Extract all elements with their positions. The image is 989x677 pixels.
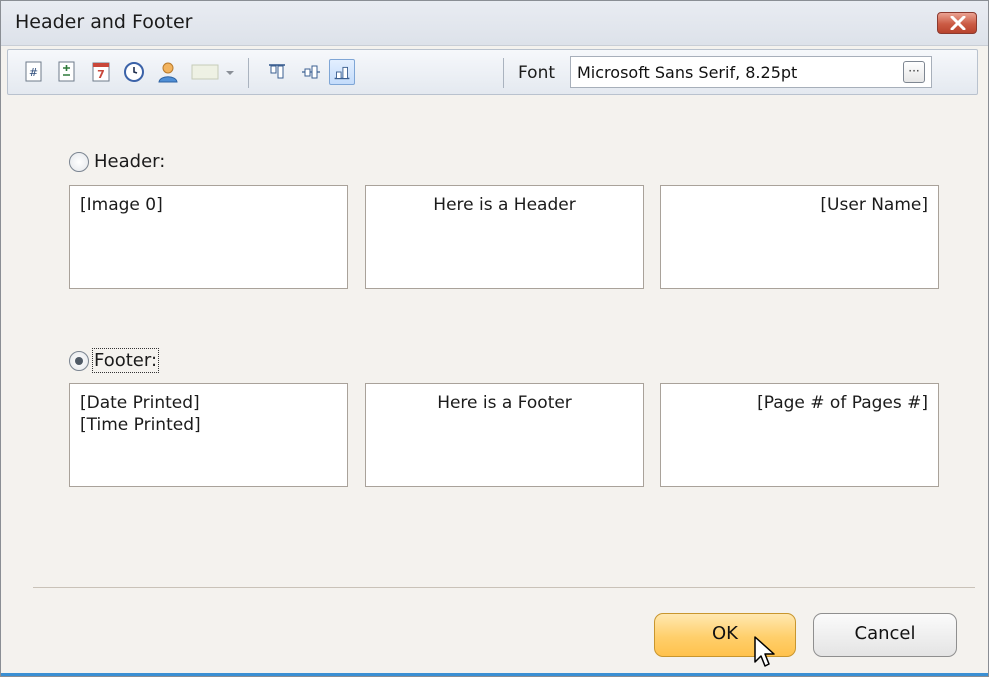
footer-left-line: [Time Printed] [80,415,201,435]
insert-image-dropdown[interactable] [190,59,240,85]
footer-radio[interactable]: Footer: [69,348,229,374]
mouse-cursor-icon [754,636,775,667]
font-browse-button[interactable]: ··· [903,61,925,83]
close-icon [950,16,966,30]
time-icon [124,62,144,82]
font-label: Font [518,63,556,83]
header-left-line: [Image 0] [80,195,163,215]
footer-radio-label[interactable]: Footer: [91,348,160,373]
align-top-icon [269,64,285,79]
header-right-field[interactable]: [User Name] [660,185,939,289]
header-radio-circle[interactable] [69,152,89,172]
footer-left-line: [Date Printed] [80,393,200,413]
dialog-window: Header and Footer # 7 Font Microsoft San… [0,0,989,677]
footer-divider [33,587,975,588]
close-button[interactable] [937,12,977,34]
footer-right-line: [Page # of Pages #] [757,393,928,413]
toolbar-separator [503,58,504,88]
header-center-line: Here is a Header [433,195,576,215]
window-title: Header and Footer [15,11,193,33]
footer-center-line: Here is a Footer [437,393,572,413]
header-left-field[interactable]: [Image 0] [69,185,348,289]
insert-page-of-pages-button[interactable] [54,59,80,85]
align-bottom-icon [334,66,350,80]
svg-text:7: 7 [97,68,105,81]
svg-text:#: # [29,66,38,79]
insert-time-button[interactable] [121,59,147,85]
font-field[interactable]: Microsoft Sans Serif, 8.25pt ··· [570,56,932,88]
footer-center-field[interactable]: Here is a Footer [365,383,644,487]
header-radio-label[interactable]: Header: [94,151,165,172]
cancel-button[interactable]: Cancel [813,613,957,657]
align-bottom-button[interactable] [329,59,355,85]
font-value: Microsoft Sans Serif, 8.25pt [577,63,798,82]
insert-user-name-button[interactable] [155,59,181,85]
footer-left-field[interactable]: [Date Printed] [Time Printed] [69,383,348,487]
title-bar: Header and Footer [1,1,988,46]
footer-radio-circle[interactable] [69,351,89,371]
header-center-field[interactable]: Here is a Header [365,185,644,289]
page-number-icon: # [25,61,42,82]
image-dropdown-icon [191,64,234,80]
user-icon [158,62,178,83]
insert-date-button[interactable]: 7 [88,59,114,85]
insert-page-number-button[interactable]: # [21,59,47,85]
align-top-button[interactable] [264,59,290,85]
toolbar-separator [248,58,249,88]
footer-right-field[interactable]: [Page # of Pages #] [660,383,939,487]
toolbar: # 7 Font Microsoft Sans Serif, 8.25pt ··… [7,49,978,95]
header-right-line: [User Name] [820,195,928,215]
align-middle-button[interactable] [298,59,324,85]
page-of-pages-icon [58,61,75,82]
align-middle-icon [302,65,320,79]
window-bottom-edge [1,673,988,676]
date-icon: 7 [92,62,110,82]
header-radio[interactable]: Header: [69,151,229,175]
radio-selected-dot [75,357,83,365]
